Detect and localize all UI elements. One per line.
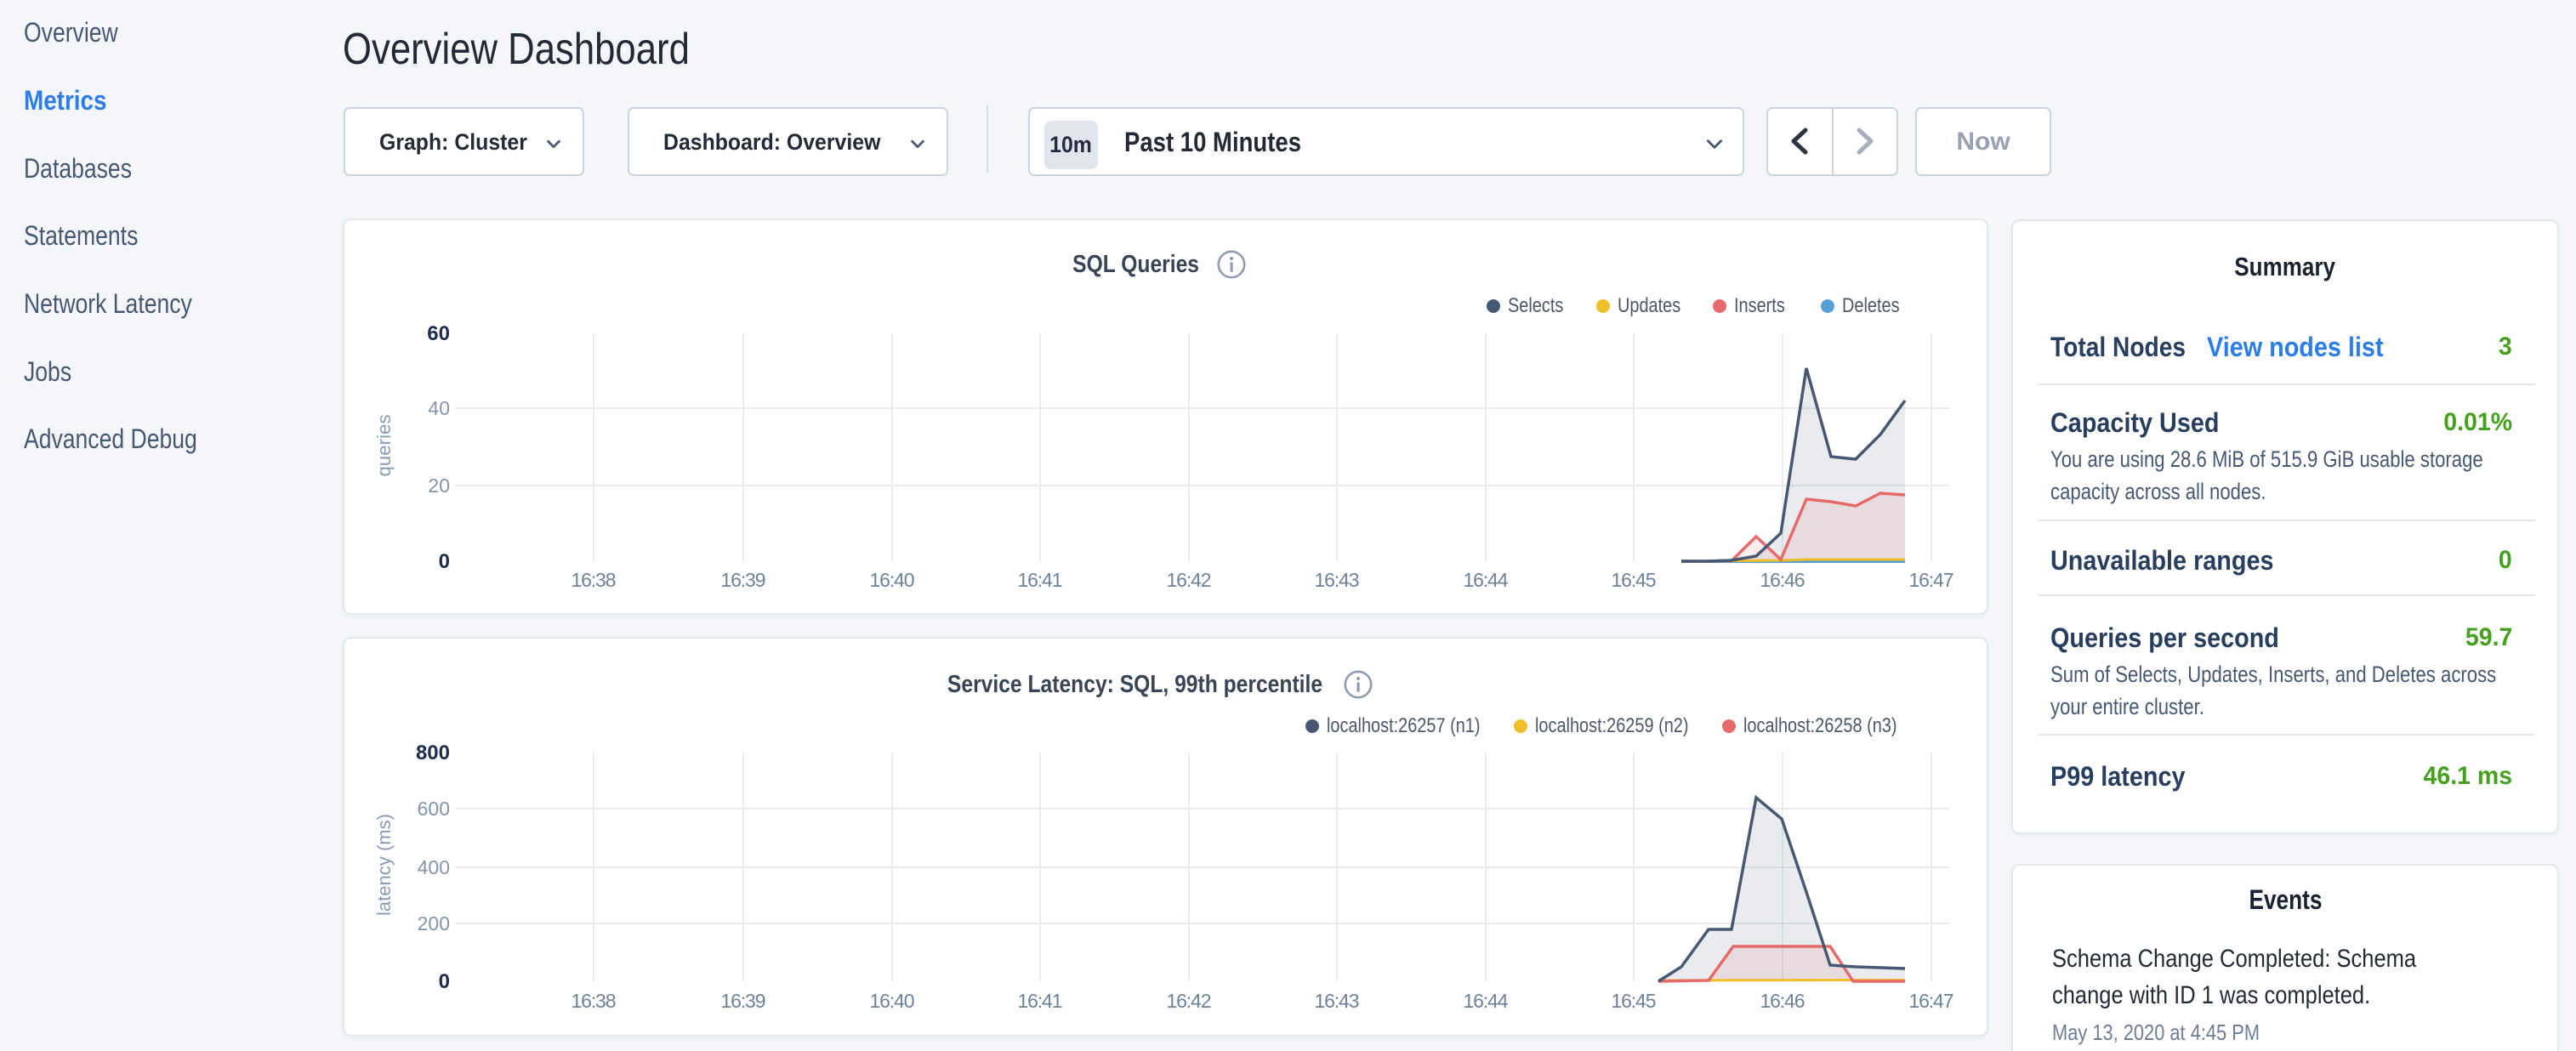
svg-text:queries: queries [373,415,395,477]
svg-text:16:41: 16:41 [1018,990,1063,1012]
svg-text:16:42: 16:42 [1167,990,1212,1012]
svg-text:16:40: 16:40 [870,569,915,591]
svg-text:20: 20 [428,474,450,497]
svg-text:16:44: 16:44 [1464,990,1509,1012]
svg-text:40: 40 [428,397,450,419]
svg-text:16:47: 16:47 [1909,569,1954,591]
svg-text:16:46: 16:46 [1760,990,1805,1012]
svg-text:16:38: 16:38 [571,569,617,591]
svg-text:16:41: 16:41 [1018,569,1063,591]
svg-text:400: 400 [418,856,450,878]
svg-text:60: 60 [427,322,450,345]
svg-text:16:45: 16:45 [1612,569,1657,591]
svg-text:16:39: 16:39 [721,569,766,591]
svg-text:16:47: 16:47 [1909,990,1954,1012]
svg-text:800: 800 [416,741,450,764]
svg-text:16:43: 16:43 [1315,569,1360,591]
svg-text:200: 200 [418,912,450,935]
svg-text:latency (ms): latency (ms) [373,814,395,916]
svg-text:16:42: 16:42 [1167,569,1212,591]
svg-text:16:38: 16:38 [571,990,617,1012]
svg-text:0: 0 [439,970,450,993]
svg-text:16:44: 16:44 [1464,569,1509,591]
svg-text:0: 0 [439,550,450,573]
svg-text:16:46: 16:46 [1760,569,1805,591]
svg-text:16:43: 16:43 [1315,990,1360,1012]
svg-text:600: 600 [418,798,450,820]
svg-text:16:40: 16:40 [870,990,915,1012]
svg-text:16:45: 16:45 [1612,990,1657,1012]
svg-text:16:39: 16:39 [721,990,766,1012]
